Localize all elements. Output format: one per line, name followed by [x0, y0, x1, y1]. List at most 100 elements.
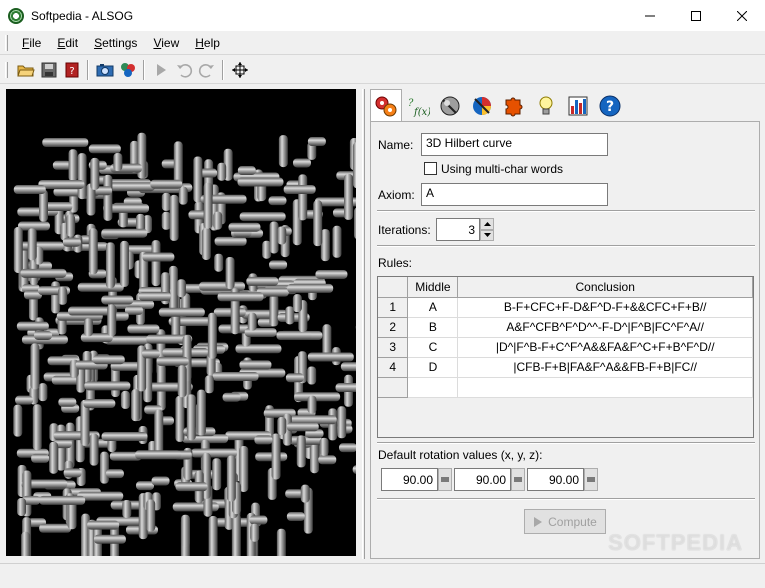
curve-tube-segment: [77, 282, 124, 292]
variables-fx-icon: ?f(x): [408, 98, 430, 118]
middle-cell[interactable]: A: [407, 297, 459, 318]
table-row[interactable]: 4 D |CFB-F+B|FA&F^A&&FB-F+B|FC//: [378, 357, 753, 378]
curve-tube-segment: [315, 269, 348, 279]
screenshot-button[interactable]: [93, 59, 116, 81]
redo-button[interactable]: [195, 59, 218, 81]
close-button[interactable]: [719, 0, 765, 31]
curve-tube-segment: [158, 307, 205, 317]
compute-button[interactable]: Compute: [524, 509, 606, 534]
curve-tube-segment: [101, 432, 148, 442]
rules-label: Rules:: [378, 256, 413, 270]
conclusion-cell[interactable]: [457, 377, 753, 398]
row-index: 2: [378, 317, 409, 338]
middle-cell[interactable]: B: [407, 317, 459, 338]
toolbar-grip[interactable]: [5, 61, 8, 78]
maximize-button[interactable]: [673, 0, 719, 31]
axiom-input[interactable]: A: [421, 183, 608, 206]
rotation-x-slider[interactable]: [438, 468, 452, 491]
tab-help[interactable]: ?: [594, 91, 626, 121]
colors-button[interactable]: [116, 59, 139, 81]
curve-tube-segment: [107, 304, 117, 337]
render-viewport[interactable]: [6, 89, 356, 556]
column-header-middle[interactable]: Middle: [407, 277, 459, 298]
curve-tube-segment: [344, 173, 354, 220]
table-row-empty[interactable]: [378, 377, 753, 398]
menu-grip[interactable]: [5, 34, 8, 51]
curve-tube-segment: [285, 306, 295, 325]
curve-tube-segment: [271, 433, 281, 480]
curve-tube-segment: [101, 295, 134, 305]
minimize-button[interactable]: [627, 0, 673, 31]
curve-tube-segment: [207, 312, 217, 359]
conclusion-cell[interactable]: A&F^CFB^F^D^^-F-D^|F^B|FC^F^A//: [457, 317, 753, 338]
menu-view[interactable]: View: [145, 36, 187, 50]
menu-help[interactable]: Help: [187, 36, 228, 50]
curve-tube-segment: [68, 149, 78, 182]
curve-tube-segment: [335, 383, 356, 393]
conclusion-cell[interactable]: |D^|F^B-F+C^F^A&&FA&F^C+F+B^F^D//: [457, 337, 753, 358]
tab-rules[interactable]: [370, 89, 402, 121]
curve-tube-segment: [337, 406, 347, 439]
middle-cell[interactable]: [407, 377, 459, 398]
iterations-spinner[interactable]: 3: [436, 218, 494, 241]
curve-tube-segment: [285, 373, 304, 383]
table-row[interactable]: 3 C |D^|F^B-F+C^F^A&&FA&F^C+F+B^F^D//: [378, 337, 753, 358]
open-button[interactable]: [14, 59, 37, 81]
menu-file[interactable]: File: [14, 36, 49, 50]
panel-splitter[interactable]: [362, 89, 365, 559]
rotation-y-spinner[interactable]: 90.00: [454, 468, 525, 491]
rotation-y-input[interactable]: 90.00: [454, 468, 511, 491]
curve-tube-segment: [103, 174, 113, 221]
run-button[interactable]: [149, 59, 172, 81]
name-label: Name:: [378, 138, 414, 152]
tab-lighting[interactable]: [530, 91, 562, 121]
maximize-icon: [691, 10, 701, 21]
rules-panel: Name: 3D Hilbert curve Using multi-char …: [370, 121, 760, 559]
conclusion-cell[interactable]: |CFB-F+B|FA&F^A&&FB-F+B|FC//: [457, 357, 753, 378]
tab-statistics[interactable]: [562, 91, 594, 121]
undo-button[interactable]: [172, 59, 195, 81]
table-row[interactable]: 1 A B-F+CFC+F-D&F^D-F+&&CFC+F+B//: [378, 297, 753, 318]
curve-tube-segment: [292, 158, 311, 168]
curve-tube-segment: [177, 365, 187, 398]
rules-grid[interactable]: Middle Conclusion 1 A B-F+CFC+F-D&F^D-F+…: [377, 276, 754, 438]
help-book-button[interactable]: ?: [60, 59, 83, 81]
menu-edit[interactable]: Edit: [49, 36, 86, 50]
table-row[interactable]: 2 B A&F^CFB^F^D^^-F-D^|F^B|FC^F^A//: [378, 317, 753, 338]
rotation-z-input[interactable]: 90.00: [527, 468, 584, 491]
curve-tube-segment: [196, 389, 206, 436]
iterations-arrows[interactable]: [480, 218, 494, 241]
column-header-conclusion[interactable]: Conclusion: [457, 277, 753, 298]
rotation-y-slider[interactable]: [511, 468, 525, 491]
rotation-z-spinner[interactable]: 90.00: [527, 468, 598, 491]
move-button[interactable]: [228, 59, 251, 81]
curve-tube-segment: [105, 242, 115, 289]
middle-cell[interactable]: C: [407, 337, 459, 358]
menu-settings[interactable]: Settings: [86, 36, 145, 50]
spin-down-button[interactable]: [480, 229, 494, 241]
tab-material[interactable]: [434, 91, 466, 121]
rotation-x-spinner[interactable]: 90.00: [381, 468, 452, 491]
curve-tube-segment: [175, 482, 208, 492]
iterations-input[interactable]: 3: [436, 218, 480, 241]
curve-tube-segment: [294, 392, 341, 402]
name-input[interactable]: 3D Hilbert curve: [421, 133, 608, 156]
multichar-checkbox[interactable]: [424, 162, 437, 175]
color-balls-icon: [120, 62, 135, 77]
tab-plugins[interactable]: [498, 91, 530, 121]
tab-variables[interactable]: ? f(x): [402, 91, 434, 121]
curve-tube-segment: [113, 153, 123, 172]
conclusion-cell[interactable]: B-F+CFC+F-D&F^D-F+&&CFC+F+B//: [457, 297, 753, 318]
spin-up-button[interactable]: [480, 218, 494, 230]
curve-tube-segment: [49, 441, 59, 474]
middle-cell[interactable]: D: [407, 357, 459, 378]
curve-tube-segment: [277, 226, 287, 245]
curve-tube-segment: [161, 211, 171, 230]
rotation-x-input[interactable]: 90.00: [381, 468, 438, 491]
save-button[interactable]: [37, 59, 60, 81]
tab-colors[interactable]: [466, 91, 498, 121]
curve-tube-segment: [146, 499, 156, 532]
curve-tube-segment: [32, 404, 42, 451]
rotation-z-slider[interactable]: [584, 468, 598, 491]
save-icon: [41, 62, 56, 77]
